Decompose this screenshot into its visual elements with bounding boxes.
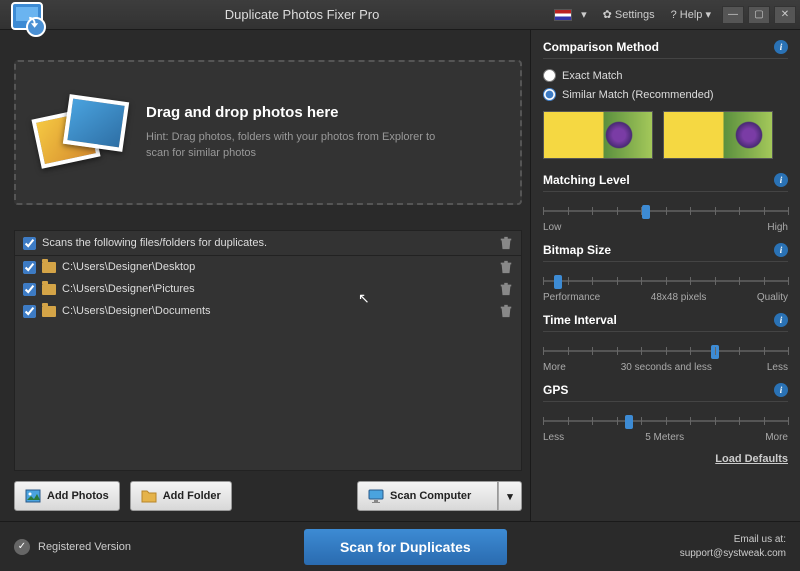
similar-match-radio[interactable]: Similar Match (Recommended) [543,88,788,101]
trash-icon[interactable] [499,282,513,296]
file-list: Scans the following files/folders for du… [14,230,522,471]
list-item[interactable]: C:\Users\Designer\Documents [15,300,521,322]
info-icon[interactable]: i [774,173,788,187]
maximize-button[interactable]: ▢ [748,6,770,24]
comparison-heading: Comparison Method i [543,40,788,59]
item-checkbox[interactable] [23,305,36,318]
time-slider[interactable] [543,342,788,360]
thumbnail-2 [663,111,773,159]
window-title: Duplicate Photos Fixer Pro [50,7,554,22]
help-button[interactable]: ? Help ▾ [664,5,718,24]
support-email: Email us at: support@systweak.com [680,533,786,561]
language-flag-icon[interactable] [554,9,572,21]
drop-heading: Drag and drop photos here [146,104,456,121]
thumbnail-1 [543,111,653,159]
item-path: C:\Users\Designer\Desktop [62,261,499,273]
scan-computer-split-button: Scan Computer ▾ [357,481,522,511]
button-row: Add Photos Add Folder Scan Computer ▾ [14,481,522,511]
bitmap-slider[interactable] [543,272,788,290]
gps-slider[interactable] [543,412,788,430]
scan-duplicates-button[interactable]: Scan for Duplicates [304,529,507,565]
item-path: C:\Users\Designer\Documents [62,305,499,317]
minimize-button[interactable]: — [722,6,744,24]
load-defaults-link[interactable]: Load Defaults [715,453,788,465]
main-area: Drag and drop photos here Hint: Drag pho… [0,30,800,521]
chevron-down-icon: ▾ [507,490,513,503]
list-item[interactable]: C:\Users\Designer\Pictures [15,278,521,300]
scan-computer-button[interactable]: Scan Computer [357,481,498,511]
add-folder-button[interactable]: Add Folder [130,481,232,511]
check-icon: ✓ [14,539,30,555]
info-icon[interactable]: i [774,40,788,54]
matching-level-slider[interactable] [543,202,788,220]
file-list-header: Scans the following files/folders for du… [15,231,521,256]
item-checkbox[interactable] [23,261,36,274]
drop-zone[interactable]: Drag and drop photos here Hint: Drag pho… [14,60,522,205]
time-interval-section: Time Intervali More30 seconds and lessLe… [543,313,788,373]
monitor-icon [368,488,384,504]
photo-icon [25,488,41,504]
info-icon[interactable]: i [774,383,788,397]
info-icon[interactable]: i [774,243,788,257]
left-pane: Drag and drop photos here Hint: Drag pho… [0,30,530,521]
add-photos-button[interactable]: Add Photos [14,481,120,511]
footer: ✓ Registered Version Scan for Duplicates… [0,521,800,571]
language-dropdown[interactable]: ▾ [574,5,594,24]
folder-icon [42,262,56,273]
info-icon[interactable]: i [774,313,788,327]
scan-computer-dropdown[interactable]: ▾ [498,481,522,511]
close-button[interactable]: ✕ [774,6,796,24]
right-pane: Comparison Method i Exact Match Similar … [530,30,800,521]
gps-section: GPSi Less5 MetersMore [543,383,788,443]
settings-button[interactable]: ✿ Settings [596,5,662,24]
folder-icon [42,306,56,317]
photos-icon [36,88,131,178]
trash-all-icon[interactable] [499,236,513,250]
drop-hint: Hint: Drag photos, folders with your pho… [146,129,456,162]
file-list-header-text: Scans the following files/folders for du… [42,237,499,249]
comparison-thumbnails [543,111,788,159]
registered-status: ✓ Registered Version [14,539,131,555]
trash-icon[interactable] [499,260,513,274]
list-item[interactable]: C:\Users\Designer\Desktop [15,256,521,278]
exact-match-radio[interactable]: Exact Match [543,69,788,82]
bitmap-size-section: Bitmap Sizei Performance48x48 pixelsQual… [543,243,788,303]
app-logo-icon [8,0,50,41]
item-checkbox[interactable] [23,283,36,296]
titlebar: Duplicate Photos Fixer Pro ▾ ✿ Settings … [0,0,800,30]
load-defaults: Load Defaults [543,453,788,465]
item-path: C:\Users\Designer\Pictures [62,283,499,295]
folder-icon [42,284,56,295]
matching-level-section: Matching Leveli LowHigh [543,173,788,233]
folder-icon [141,488,157,504]
trash-icon[interactable] [499,304,513,318]
select-all-checkbox[interactable] [23,237,36,250]
